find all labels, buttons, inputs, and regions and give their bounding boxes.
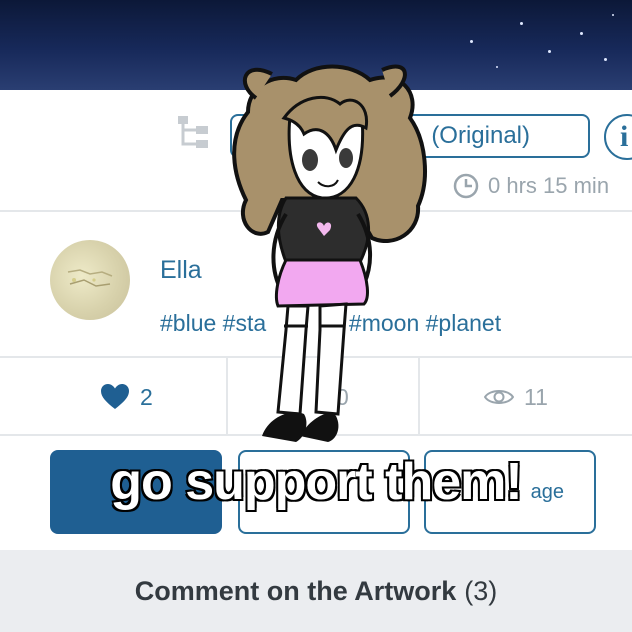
- chibi-character-drawing: [232, 64, 427, 442]
- right-eye: [339, 148, 353, 168]
- overlay-caption: go support them!: [109, 452, 525, 513]
- left-eye: [302, 149, 318, 171]
